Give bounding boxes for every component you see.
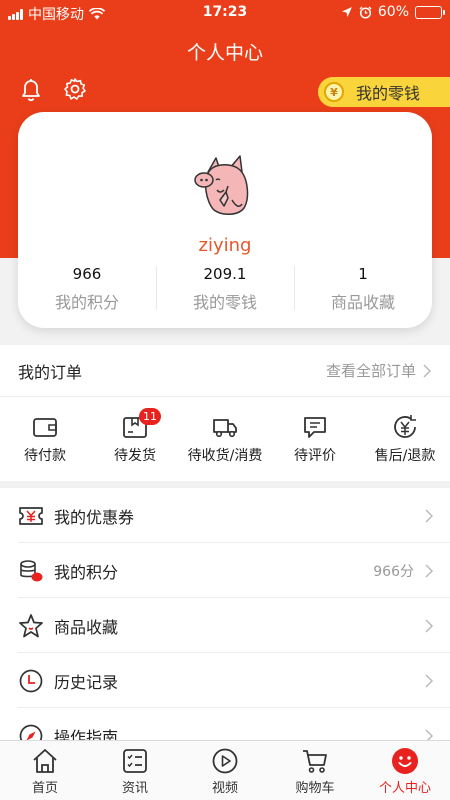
tab-news[interactable]: 资讯 xyxy=(90,741,180,800)
menu-item-guide[interactable]: 操作指南 xyxy=(0,708,450,740)
tab-label: 视频 xyxy=(211,781,238,796)
truck-icon xyxy=(213,419,237,438)
stat-value: 209.1 xyxy=(203,265,247,283)
pending-shipment-badge: 11 xyxy=(139,408,161,425)
menu-item-coupons[interactable]: 我的优惠券 xyxy=(0,488,450,543)
comment-icon xyxy=(304,417,326,438)
chevron-right-icon xyxy=(425,618,434,633)
avatar[interactable] xyxy=(190,150,260,220)
wallet-icon xyxy=(33,418,57,437)
order-item-pending-payment[interactable]: 待付款 xyxy=(0,397,90,481)
coin-icon: ¥ xyxy=(324,82,344,102)
stat-label: 我的零钱 xyxy=(192,293,257,312)
bell-icon xyxy=(22,79,40,102)
my-change-label: 我的零钱 xyxy=(356,84,421,103)
order-item-pending-receipt[interactable]: 待收货/消费 xyxy=(180,397,270,481)
menu-item-history[interactable]: 历史记录 xyxy=(0,653,450,708)
menu-item-label: 历史记录 xyxy=(54,672,119,692)
menu-item-label: 商品收藏 xyxy=(54,617,119,637)
battery-percent: 60% xyxy=(377,4,409,20)
stat-value: 966 xyxy=(72,265,102,283)
menu-item-label: 我的优惠券 xyxy=(54,507,135,527)
tab-label: 购物车 xyxy=(295,781,335,796)
notification-button[interactable] xyxy=(16,74,46,104)
status-bar: 中国移动 17:23 60% xyxy=(0,0,450,26)
order-item-label: 待付款 xyxy=(24,448,66,464)
tab-home[interactable]: 首页 xyxy=(0,741,90,800)
tab-cart[interactable]: 购物车 xyxy=(270,741,360,800)
tab-label: 首页 xyxy=(31,781,58,796)
order-item-after-sales[interactable]: 售后/退款 xyxy=(360,397,450,481)
chevron-right-icon xyxy=(423,363,432,378)
pig-avatar-icon xyxy=(194,155,249,215)
cart-icon xyxy=(303,750,327,773)
chevron-right-icon xyxy=(425,673,434,688)
tab-bar: 首页 资讯 视频 购物车 个人中心 xyxy=(0,740,450,800)
menu-item-label: 操作指南 xyxy=(54,727,119,741)
refund-icon xyxy=(394,415,416,438)
stat-value: 1 xyxy=(358,265,368,283)
order-section: 我的订单 查看全部订单 待付款 11 待发货 待收货/消费 待评价 售后/退款 xyxy=(0,345,450,481)
smiley-icon xyxy=(392,748,418,774)
order-item-label: 待发货 xyxy=(114,448,156,464)
location-icon xyxy=(341,7,352,17)
order-item-label: 待评价 xyxy=(294,448,336,464)
compass-icon xyxy=(19,724,43,740)
order-header: 我的订单 查看全部订单 xyxy=(0,345,450,397)
menu-item-favorites[interactable]: 商品收藏 xyxy=(0,598,450,653)
username[interactable]: ziying xyxy=(18,235,432,256)
stat-favorites[interactable]: 1 商品收藏 xyxy=(294,264,432,316)
tab-label: 个人中心 xyxy=(378,781,431,796)
clock-icon xyxy=(19,669,43,692)
menu-list: 我的优惠券 我的积分 966分 商品收藏 历史记录 操作指南 xyxy=(0,488,450,740)
tab-video[interactable]: 视频 xyxy=(180,741,270,800)
stat-label: 我的积分 xyxy=(54,293,119,312)
order-title: 我的订单 xyxy=(18,362,83,382)
gear-icon xyxy=(64,78,86,100)
play-icon xyxy=(212,748,238,774)
tab-label: 资讯 xyxy=(121,781,148,796)
chevron-right-icon xyxy=(425,563,434,578)
star-icon xyxy=(19,613,43,637)
page-title: 个人中心 xyxy=(186,42,263,64)
view-all-orders-label: 查看全部订单 xyxy=(325,362,416,380)
order-item-pending-review[interactable]: 待评价 xyxy=(270,397,360,481)
stat-label: 商品收藏 xyxy=(330,293,395,312)
coupon-icon xyxy=(19,506,43,525)
menu-item-label: 我的积分 xyxy=(54,562,119,582)
my-change-button[interactable]: ¥ 我的零钱 xyxy=(318,77,450,107)
battery-icon xyxy=(415,5,445,19)
stat-points[interactable]: 966 我的积分 xyxy=(18,264,156,316)
menu-item-points[interactable]: 我的积分 966分 xyxy=(0,543,450,598)
menu-item-meta: 966分 xyxy=(373,563,414,580)
view-all-orders-link[interactable]: 查看全部订单 xyxy=(326,360,432,381)
profile-card: ziying 966 我的积分 209.1 我的零钱 1 商品收藏 xyxy=(18,112,432,328)
settings-button[interactable] xyxy=(60,74,90,104)
chevron-right-icon xyxy=(425,508,434,523)
order-item-label: 待收货/消费 xyxy=(187,448,263,464)
stat-change[interactable]: 209.1 我的零钱 xyxy=(156,264,294,316)
news-icon xyxy=(123,749,147,773)
order-item-label: 售后/退款 xyxy=(374,448,436,464)
order-item-pending-shipment[interactable]: 11 待发货 xyxy=(90,397,180,481)
points-icon xyxy=(20,559,43,581)
profile-stats: 966 我的积分 209.1 我的零钱 1 商品收藏 xyxy=(18,264,432,316)
tab-profile[interactable]: 个人中心 xyxy=(360,741,450,800)
alarm-icon xyxy=(359,6,372,19)
home-icon xyxy=(33,749,57,773)
chevron-right-icon xyxy=(425,728,434,740)
order-status-list: 待付款 11 待发货 待收货/消费 待评价 售后/退款 xyxy=(0,397,450,481)
